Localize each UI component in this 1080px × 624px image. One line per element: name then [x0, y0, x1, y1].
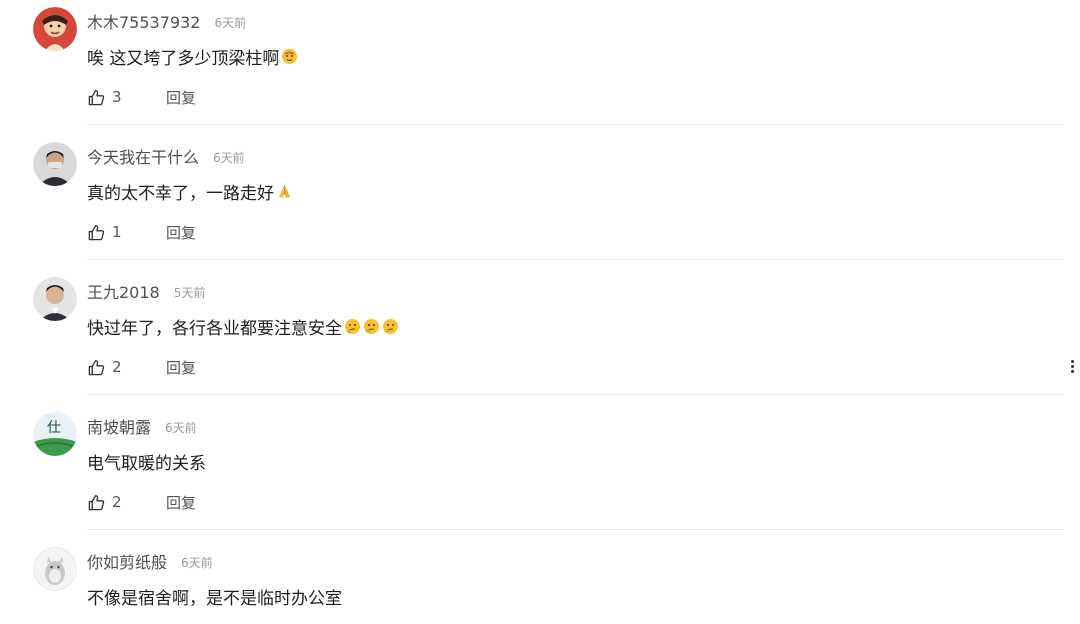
thumbs-up-icon[interactable]: [87, 223, 106, 242]
username[interactable]: 王九2018 5天前: [87, 279, 205, 303]
thumbs-up-icon[interactable]: [87, 88, 106, 107]
comment-text-body: 电气取暖的关系: [87, 454, 206, 474]
more-dot: [1071, 365, 1074, 368]
avatar[interactable]: [33, 547, 77, 591]
reply-button[interactable]: 回复: [166, 357, 196, 378]
comment-actions: 2 回复: [87, 357, 196, 377]
comment-time: 5天前: [173, 286, 206, 300]
more-vertical-icon[interactable]: [1071, 360, 1075, 376]
comment-text: 电气取暖的关系: [87, 449, 206, 474]
avatar[interactable]: 仕: [33, 412, 77, 456]
svg-text:仕: 仕: [47, 420, 61, 436]
reply-button[interactable]: 回复: [166, 492, 196, 513]
comment-actions: 2 回复: [87, 492, 196, 512]
comment-actions: 3 回复: [87, 87, 196, 107]
comment-item: 你如剪纸般 6天前 不像是宿舍啊，是不是临时办公室: [0, 540, 1072, 624]
more-dot: [1071, 370, 1074, 373]
comment-item: 王九2018 5天前 快过年了，各行各业都要注意安全 2 回复: [0, 270, 1072, 405]
divider: [87, 529, 1064, 530]
username[interactable]: 你如剪纸般 6天前: [87, 549, 213, 573]
comment-text-body: 真的太不幸了，一路走好: [87, 184, 274, 204]
comment-time: 6天前: [165, 421, 197, 435]
comment-text: 快过年了，各行各业都要注意安全: [87, 314, 399, 339]
comment-item: 木木75537932 6天前 唉 这又垮了多少顶梁柱啊 3 回复: [0, 0, 1072, 135]
like-button[interactable]: 1: [87, 223, 122, 242]
reply-button[interactable]: 回复: [166, 87, 196, 108]
username-text[interactable]: 你如剪纸般: [87, 553, 167, 572]
avatar[interactable]: [33, 142, 77, 186]
username-text[interactable]: 今天我在干什么: [87, 148, 199, 167]
divider: [87, 124, 1064, 125]
like-button[interactable]: 2: [87, 493, 122, 512]
username-text[interactable]: 木木75537932: [87, 13, 200, 32]
avatar[interactable]: [33, 277, 77, 321]
thinking-face-emoji-icon: [344, 318, 361, 335]
username[interactable]: 南坡朝露 6天前: [87, 414, 197, 438]
like-button[interactable]: 3: [87, 88, 122, 107]
comment-text-body: 唉 这又垮了多少顶梁柱啊: [87, 49, 280, 69]
divider: [87, 394, 1064, 395]
comment-item: 今天我在干什么 6天前 真的太不幸了，一路走好 1 回复: [0, 135, 1072, 270]
comment-text-body: 不像是宿舍啊，是不是临时办公室: [87, 589, 342, 609]
like-count: 3: [112, 88, 122, 106]
username-text[interactable]: 南坡朝露: [87, 418, 151, 437]
hot-face-emoji-icon: [281, 48, 298, 65]
comment-item: 仕 南坡朝露 6天前 电气取暖的关系 2 回复: [0, 405, 1072, 540]
more-dot: [1071, 360, 1074, 363]
thinking-face-emoji-icon: [363, 318, 380, 335]
divider: [87, 259, 1064, 260]
comment-text: 不像是宿舍啊，是不是临时办公室: [87, 584, 342, 609]
like-button[interactable]: 2: [87, 358, 122, 377]
like-count: 2: [112, 358, 122, 376]
comment-time: 6天前: [213, 151, 245, 165]
thinking-face-emoji-icon: [382, 318, 399, 335]
like-count: 2: [112, 493, 122, 511]
comment-text: 真的太不幸了，一路走好: [87, 179, 293, 204]
reply-button[interactable]: 回复: [166, 222, 196, 243]
username[interactable]: 木木75537932 6天前: [87, 9, 246, 33]
thumbs-up-icon[interactable]: [87, 493, 106, 512]
like-count: 1: [112, 223, 122, 241]
comment-text: 唉 这又垮了多少顶梁柱啊: [87, 44, 298, 69]
comment-time: 6天前: [214, 16, 247, 30]
folded-hands-emoji-icon: [276, 183, 293, 200]
comment-time: 6天前: [181, 556, 213, 570]
comment-text-body: 快过年了，各行各业都要注意安全: [87, 319, 342, 339]
thumbs-up-icon[interactable]: [87, 358, 106, 377]
avatar[interactable]: [33, 7, 77, 51]
username-text[interactable]: 王九2018: [87, 283, 160, 302]
comment-actions: 1 回复: [87, 222, 196, 242]
username[interactable]: 今天我在干什么 6天前: [87, 144, 245, 168]
